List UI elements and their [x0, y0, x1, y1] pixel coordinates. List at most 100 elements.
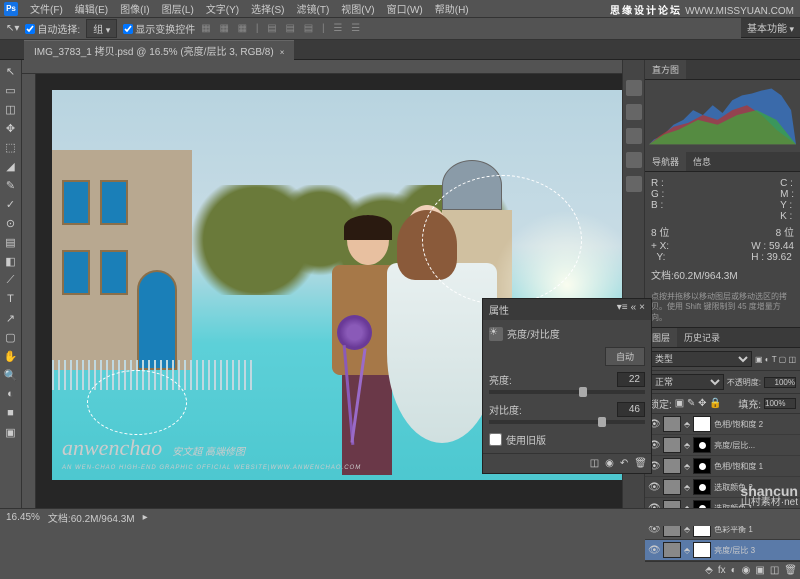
clip-icon[interactable]: ◫: [590, 458, 599, 469]
layer-mask-thumb[interactable]: [693, 542, 711, 558]
tool-gradient[interactable]: ▤: [2, 233, 20, 251]
menu-layer[interactable]: 图层(L): [156, 1, 200, 16]
layer-row[interactable]: 👁⬘色相/饱和度 1: [645, 456, 800, 477]
layer-mask-thumb[interactable]: [693, 458, 711, 474]
show-transform-check[interactable]: 显示变换控件: [123, 21, 195, 36]
tool-shape[interactable]: ▢: [2, 328, 20, 346]
menu-edit[interactable]: 编辑(E): [69, 1, 114, 16]
tab-close-icon[interactable]: ×: [280, 48, 285, 57]
tool-heal[interactable]: ✓: [2, 195, 20, 213]
tool-brush[interactable]: ✎: [2, 176, 20, 194]
tool-path[interactable]: ↗: [2, 309, 20, 327]
view-prev-icon[interactable]: ◉: [605, 458, 614, 469]
tool-type[interactable]: T: [2, 290, 20, 308]
tool-swap[interactable]: ◐: [2, 385, 20, 403]
menu-help[interactable]: 帮助(H): [429, 1, 475, 16]
auto-select-check[interactable]: 自动选择:: [25, 21, 80, 36]
dock-icon-swatches[interactable]: [626, 104, 642, 120]
layer-name[interactable]: 色相/饱和度 2: [714, 419, 797, 430]
menu-file[interactable]: 文件(F): [24, 1, 69, 16]
menu-select[interactable]: 选择(S): [245, 1, 290, 16]
dock-icon-styles[interactable]: [626, 128, 642, 144]
layer-row[interactable]: 👁⬘亮度/层比...: [645, 435, 800, 456]
layer-new-icon[interactable]: ◫: [770, 565, 779, 576]
opacity-input[interactable]: [764, 377, 796, 388]
tool-wand[interactable]: ✥: [2, 119, 20, 137]
properties-panel[interactable]: 属性▾≡«× ☀亮度/对比度 自动 亮度:22 对比度:46 使用旧版 ◫ ◉ …: [482, 298, 652, 474]
visibility-icon[interactable]: 👁: [648, 482, 660, 493]
link-icon: ⬘: [684, 441, 690, 450]
layer-fx-icon[interactable]: fx: [718, 565, 726, 576]
tool-screenmode[interactable]: ▣: [2, 423, 20, 441]
legacy-check[interactable]: 使用旧版: [489, 432, 645, 447]
tool-marquee[interactable]: ▭: [2, 81, 20, 99]
filter-icons[interactable]: ▣ ◐ T ▢ ◫: [755, 355, 796, 364]
layer-thumb[interactable]: [663, 458, 681, 474]
brightness-slider[interactable]: [489, 390, 645, 394]
workspace-switcher[interactable]: 基本功能 ▾: [741, 18, 800, 38]
menu-filter[interactable]: 滤镜(T): [291, 1, 336, 16]
layer-link-icon[interactable]: ⬘: [705, 565, 713, 576]
tool-stamp[interactable]: ⊙: [2, 214, 20, 232]
align-icons[interactable]: ▦ ▦ ▦ | ▤ ▤ ▤ | ☰ ☰: [201, 23, 363, 34]
tab-histogram[interactable]: 直方图: [645, 60, 686, 79]
tool-zoom[interactable]: 🔍: [2, 366, 20, 384]
layer-mask-thumb[interactable]: [693, 416, 711, 432]
menu-image[interactable]: 图像(I): [114, 1, 155, 16]
layer-filter-kind[interactable]: 类型: [649, 351, 752, 367]
layer-row[interactable]: 👁⬘色相/饱和度 2: [645, 414, 800, 435]
layer-thumb[interactable]: [663, 437, 681, 453]
info-panel: R :G :B :C :M :Y :K : 8 位8 位 + X: Y:W : …: [645, 172, 800, 288]
reset-icon[interactable]: ↶: [620, 458, 628, 469]
document-tab[interactable]: IMG_3783_1 拷贝.psd @ 16.5% (亮度/层比 3, RGB/…: [24, 40, 294, 60]
panel-close-icon[interactable]: ×: [639, 302, 645, 313]
layer-thumb[interactable]: [663, 479, 681, 495]
tool-move[interactable]: ↖: [2, 62, 20, 80]
layer-mask-icon[interactable]: ◐: [731, 565, 737, 576]
layer-thumb[interactable]: [663, 416, 681, 432]
layer-name[interactable]: 亮度/层比 3: [714, 545, 797, 556]
layer-mask-thumb[interactable]: [693, 479, 711, 495]
contrast-value[interactable]: 46: [617, 402, 645, 417]
tool-eyedropper[interactable]: ◢: [2, 157, 20, 175]
tab-info[interactable]: 信息: [686, 152, 718, 171]
layer-adjust-icon[interactable]: ◉: [742, 565, 751, 576]
auto-select-target[interactable]: 组 ▾: [86, 19, 117, 38]
menu-type[interactable]: 文字(Y): [200, 1, 245, 16]
fill-input[interactable]: [764, 398, 796, 409]
contrast-slider[interactable]: [489, 420, 645, 424]
layer-group-icon[interactable]: ▣: [755, 565, 764, 576]
tool-fg[interactable]: ■: [2, 404, 20, 422]
layer-mask-thumb[interactable]: [693, 437, 711, 453]
tool-hand[interactable]: ✋: [2, 347, 20, 365]
dock-icon-color[interactable]: [626, 80, 642, 96]
panel-collapse-icon[interactable]: «: [631, 302, 637, 313]
auto-button[interactable]: 自动: [605, 347, 645, 366]
delete-adj-icon[interactable]: 🗑: [634, 458, 647, 469]
blend-mode-select[interactable]: 正常: [649, 374, 724, 390]
brightness-icon: ☀: [489, 327, 503, 341]
tab-navigator[interactable]: 导航器: [645, 152, 686, 171]
layer-name[interactable]: 色相/饱和度 1: [714, 461, 797, 472]
tab-history[interactable]: 历史记录: [677, 328, 727, 347]
menu-view[interactable]: 视图(V): [335, 1, 380, 16]
brightness-value[interactable]: 22: [617, 372, 645, 387]
layer-trash-icon[interactable]: 🗑: [784, 565, 797, 576]
panel-menu-icon[interactable]: ▾≡: [617, 302, 628, 313]
watermark-top: 思缘设计论坛 WWW.MISSYUAN.COM: [610, 2, 794, 17]
tool-eraser[interactable]: ◧: [2, 252, 20, 270]
tool-crop[interactable]: ⬚: [2, 138, 20, 156]
lock-icons[interactable]: ▣ ✎ ✥ 🔒: [675, 398, 722, 409]
visibility-icon[interactable]: 👁: [648, 545, 660, 556]
doc-size[interactable]: 文档:60.2M/964.3M: [48, 510, 135, 525]
layer-row[interactable]: 👁⬘亮度/层比 3: [645, 540, 800, 561]
layer-name[interactable]: 亮度/层比...: [714, 440, 797, 451]
ruler-horizontal: [22, 60, 622, 74]
dock-icon-adjustments[interactable]: [626, 152, 642, 168]
layer-thumb[interactable]: [663, 542, 681, 558]
tool-lasso[interactable]: ◫: [2, 100, 20, 118]
dock-icon-char[interactable]: [626, 176, 642, 192]
menu-window[interactable]: 窗口(W): [381, 1, 429, 16]
tool-pen[interactable]: ⟋: [2, 271, 20, 289]
zoom-level[interactable]: 16.45%: [6, 512, 40, 523]
